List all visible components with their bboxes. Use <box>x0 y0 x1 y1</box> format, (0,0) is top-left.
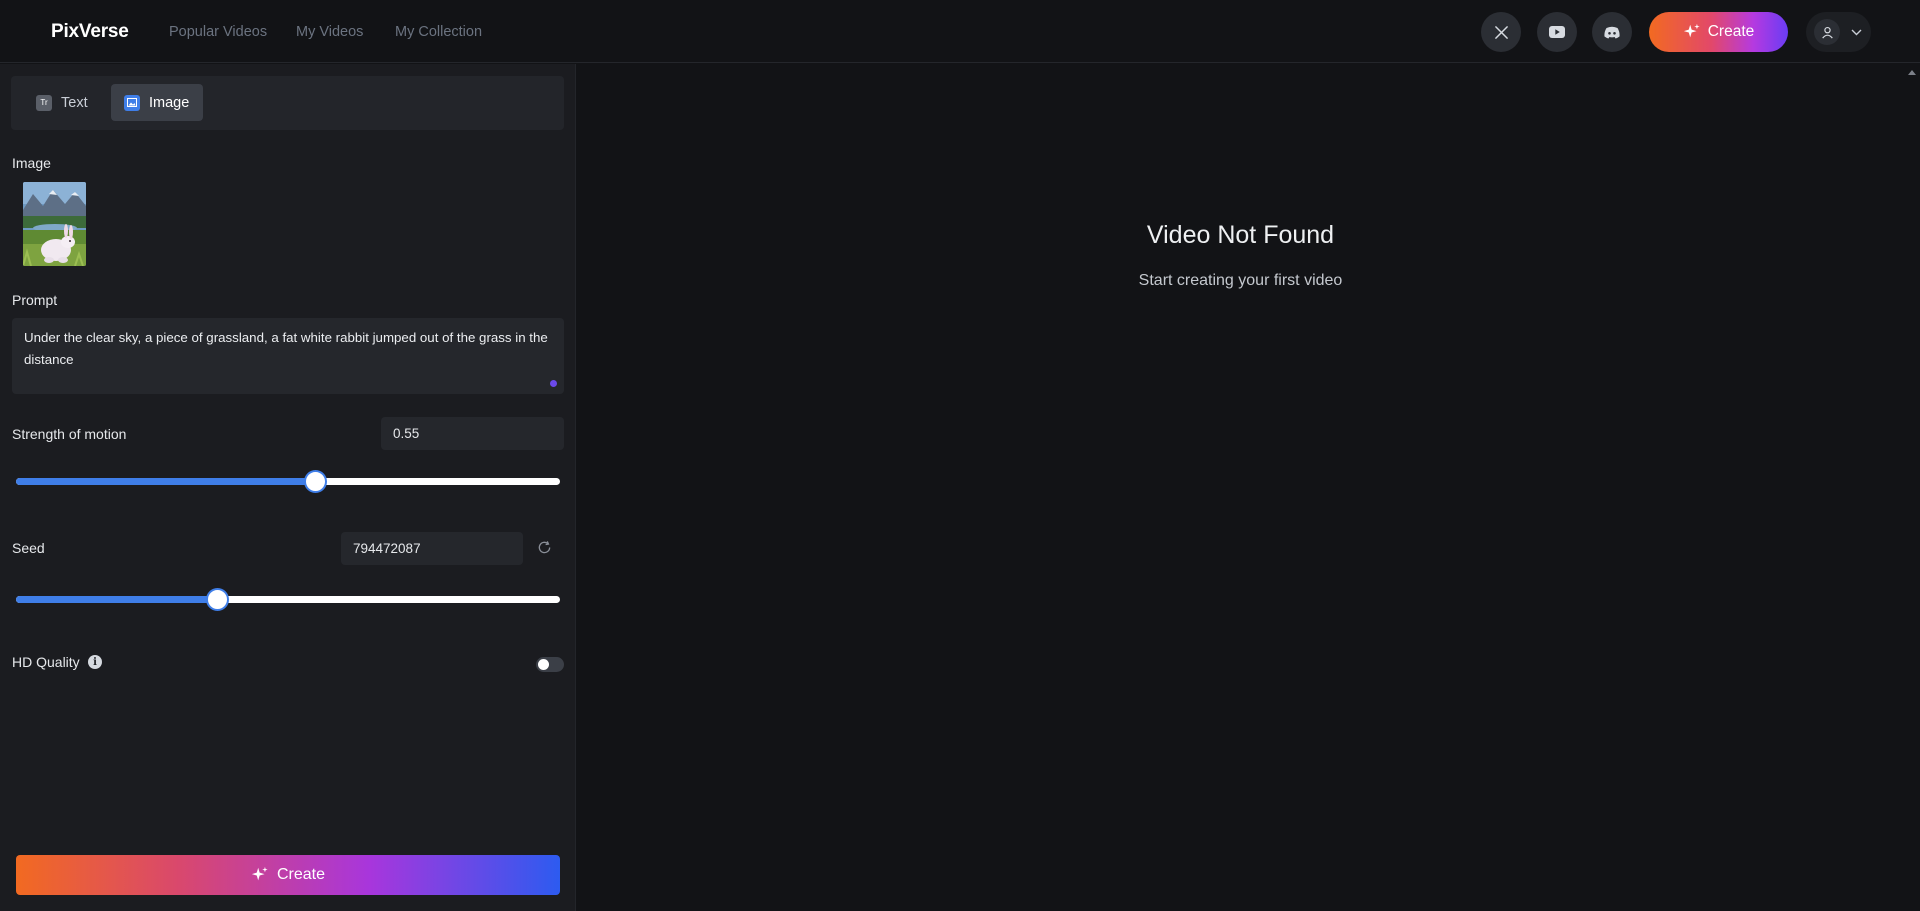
nav-my-collection[interactable]: My Collection <box>395 24 482 40</box>
nav-popular-videos[interactable]: Popular Videos <box>169 24 267 40</box>
text-icon: Tr <box>36 94 52 111</box>
youtube-icon <box>1549 26 1565 38</box>
youtube-button[interactable] <box>1537 12 1577 52</box>
seed-label: Seed <box>12 540 45 556</box>
image-section-label: Image <box>12 155 51 171</box>
seed-slider-thumb[interactable] <box>206 588 230 611</box>
x-icon <box>1494 25 1508 39</box>
prompt-textarea[interactable]: Under the clear sky, a piece of grasslan… <box>12 318 564 394</box>
motion-slider-thumb[interactable] <box>304 470 328 493</box>
tab-image-label: Image <box>149 94 190 111</box>
motion-strength-input[interactable] <box>381 417 564 450</box>
motion-strength-label: Strength of motion <box>12 426 127 442</box>
video-display-area: Video Not Found Start creating your firs… <box>577 64 1904 911</box>
pixverse-logo[interactable]: PixVerse <box>51 21 129 43</box>
empty-state-title: Video Not Found <box>1146 221 1335 249</box>
prompt-section-label: Prompt <box>12 292 58 308</box>
tab-text[interactable]: Tr Text <box>23 84 102 121</box>
header-create-button[interactable]: Create <box>1649 12 1788 52</box>
toggle-knob <box>538 659 549 670</box>
top-header: PixVerse Popular Videos My Videos My Col… <box>0 0 1920 63</box>
sparkle-icon <box>1683 23 1700 38</box>
avatar[interactable] <box>1814 19 1840 45</box>
seed-input[interactable] <box>341 532 523 565</box>
motion-strength-slider[interactable] <box>16 470 560 493</box>
info-icon[interactable]: i <box>88 655 102 669</box>
user-icon <box>1821 26 1833 38</box>
user-menu[interactable] <box>1806 12 1871 52</box>
create-video-button[interactable]: Create <box>16 855 560 895</box>
mode-tabs: Tr Text Image <box>11 76 564 130</box>
seed-refresh-button[interactable] <box>534 537 554 557</box>
discord-button[interactable] <box>1592 12 1632 52</box>
image-icon <box>124 94 140 111</box>
uploaded-image-thumbnail[interactable] <box>23 182 86 266</box>
seed-slider[interactable] <box>16 588 560 611</box>
nav-my-videos[interactable]: My Videos <box>296 24 363 40</box>
generation-settings-panel: Tr Text Image Image Prompt Under the cle… <box>0 64 576 911</box>
motion-slider-fill <box>16 478 316 485</box>
empty-state-subtitle: Start creating your first video <box>1138 272 1343 289</box>
hd-quality-toggle[interactable] <box>536 657 564 672</box>
tab-image[interactable]: Image <box>111 84 204 121</box>
seed-slider-fill <box>16 596 218 603</box>
discord-icon <box>1604 26 1620 38</box>
chevron-down-icon[interactable] <box>1851 29 1862 36</box>
scroll-up-arrow[interactable] <box>1908 70 1916 75</box>
refresh-icon <box>538 540 550 553</box>
hd-quality-label: HD Quality <box>12 654 80 670</box>
sparkle-icon <box>251 866 268 881</box>
page-scrollbar[interactable] <box>1904 64 1920 911</box>
header-create-label: Create <box>1707 23 1755 40</box>
x-twitter-button[interactable] <box>1481 12 1521 52</box>
prompt-text: Under the clear sky, a piece of grasslan… <box>24 330 548 367</box>
create-video-label: Create <box>276 866 326 883</box>
prompt-status-dot <box>550 380 557 387</box>
tab-text-label: Text <box>61 94 88 111</box>
